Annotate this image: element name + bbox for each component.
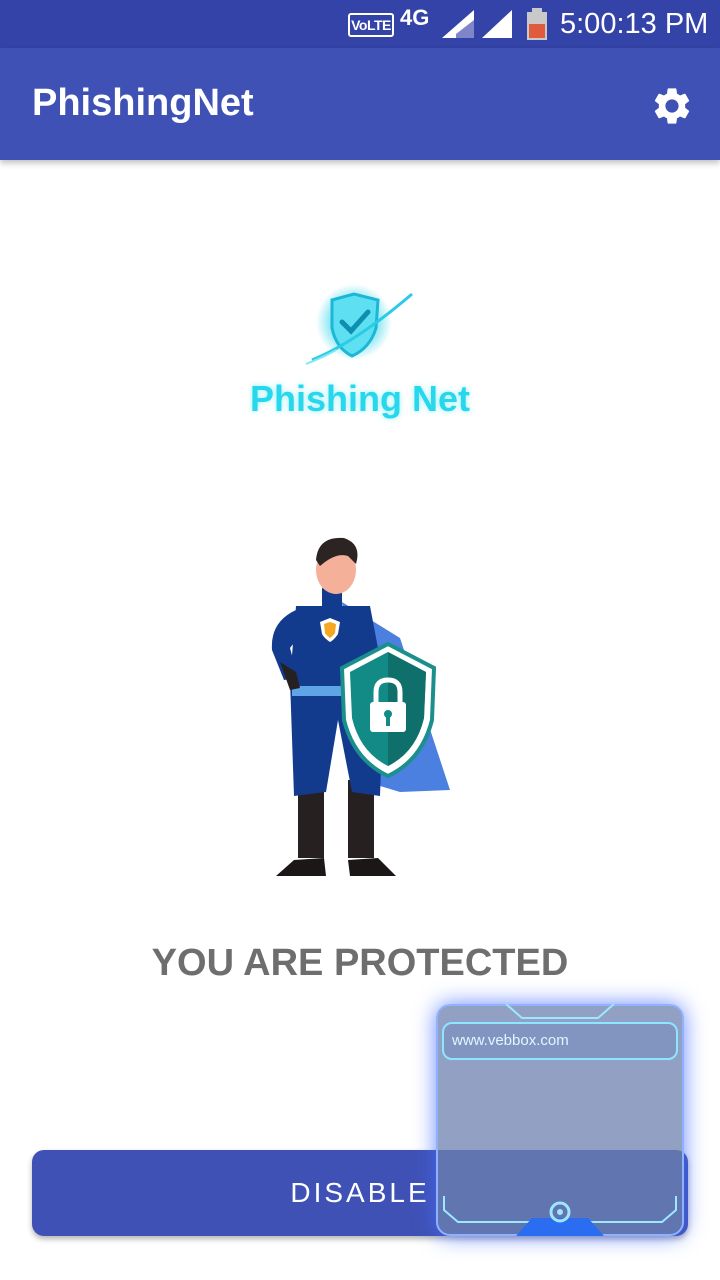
network-type: 4G: [400, 5, 430, 30]
protection-status: YOU ARE PROTECTED: [151, 942, 569, 984]
volte-indicator: VoLTE: [348, 13, 394, 37]
app-bar: PhishingNet: [0, 48, 720, 160]
superhero-illustration: [271, 537, 450, 876]
battery-icon: [527, 8, 547, 40]
gear-icon[interactable]: [650, 84, 694, 128]
logo-text: Phishing Net: [249, 378, 470, 419]
status-bar: VoLTE 4G 5:00:13 PM: [0, 0, 720, 48]
floating-url-overlay[interactable]: www.vebbox.com: [436, 1004, 684, 1236]
overlay-url-field: www.vebbox.com: [442, 1022, 678, 1060]
status-clock: 5:00:13 PM: [560, 8, 709, 40]
signal-icon-sim2: [482, 10, 512, 38]
shield-check-icon: [305, 284, 413, 365]
signal-icon: [442, 10, 474, 38]
app-title: PhishingNet: [32, 82, 254, 124]
